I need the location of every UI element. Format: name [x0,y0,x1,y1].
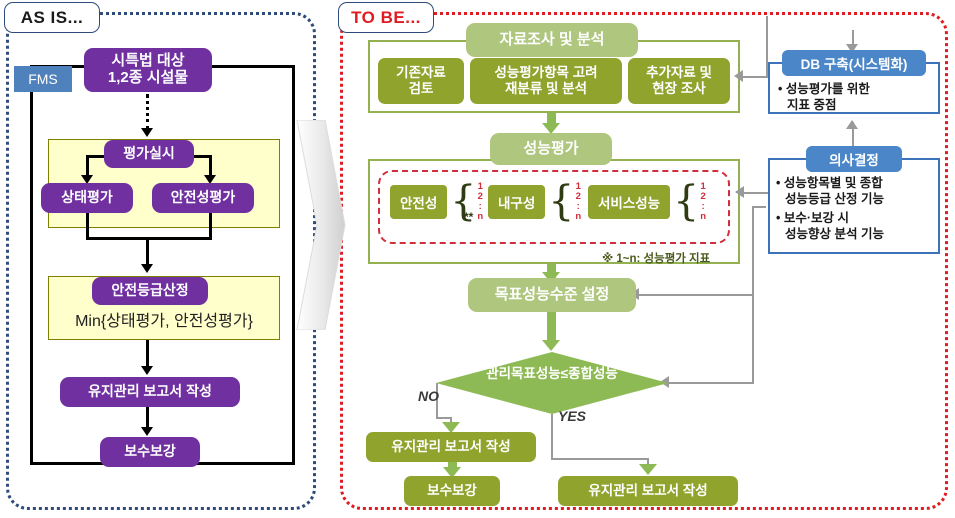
decision-bullet-1: 성능항목별 및 종합 성능등급 산정 기능 [776,176,938,207]
arrowhead-to-grade [141,264,153,273]
diagram-canvas: AS IS... FMS 시특법 대상 1,2종 시설물 평가실시 상태평가 안… [0,0,955,518]
decision-support-title: 의사결정 [806,146,902,172]
connector-state-down [86,213,89,240]
arrowhead-db-to-field [734,70,743,82]
node-reclassification-line2: 재분류 및 분석 [504,81,588,96]
decision-bullet-2-line2: 성능향상 분석 기능 [785,226,884,241]
to-be-tag: TO BE... [338,2,434,33]
performance-item-serviceability-label: 서비스성능 [588,185,671,220]
decision-bullet-1-line2: 성능등급 산정 기능 [785,191,884,206]
branch-label-yes: YES [558,408,587,424]
formula-min-text: Min{상태평가, 안전성평가} [75,313,253,330]
node-repair-reinforcement-tobe[interactable]: 보수보강 [404,476,500,506]
asterisk-marker: ** [464,210,474,224]
branch-label-no: NO [418,388,439,404]
index-n: n [477,211,484,223]
node-performance-evaluation[interactable]: 성능평가 [490,133,612,165]
connector-yes-vertical [551,414,553,460]
node-existing-data-review-line2: 검토 [408,81,434,96]
node-reclassification-analysis[interactable]: 성능평가항목 고려 재분류 및 분석 [470,58,622,104]
performance-item-safety-label: 안전성 [390,185,448,220]
connector-yes-horizontal [551,458,649,460]
decision-diamond-label: 관리목표성능≤종합성능 [486,366,618,381]
node-data-survey-analysis[interactable]: 자료조사 및 분석 [466,23,638,57]
node-facility-target[interactable]: 시특법 대상 1,2종 시설물 [84,48,212,92]
arrowhead-target-to-diamond [542,340,560,351]
node-additional-field-survey[interactable]: 추가자료 및 현장 조사 [628,58,730,104]
decision-bullet-1-line1: 성능항목별 및 종합 [783,176,883,190]
node-target-performance-level[interactable]: 목표성능수준 설정 [468,278,636,312]
transition-arrow-icon [296,120,346,330]
arrowhead-decision-to-perf [735,186,744,198]
index-n: n [575,211,582,223]
as-is-tag: AS IS... [4,2,100,33]
connector-feedback-to-target-h [638,294,754,296]
node-existing-data-review-line1: 기존자료 [396,65,446,81]
node-safety-grade-calc[interactable]: 안전등급산정 [92,277,208,305]
decision-diamond[interactable]: 관리목표성능≤종합성능 [436,352,668,414]
fms-badge: FMS [14,66,72,92]
node-reclassification-line1: 성능평가항목 고려 [494,65,598,81]
performance-item-serviceability[interactable]: 서비스성능 { 1 2 : n [588,181,707,223]
performance-item-durability[interactable]: 내구성 { 1 2 : n [488,181,582,223]
connector-diamond-feedback-v [752,296,754,384]
connector-dotted-target-to-eval [146,94,149,130]
node-facility-target-line2: 1,2종 시설물 [107,69,189,86]
decision-bullet-2: 보수·보강 시 성능향상 분석 기능 [776,211,938,242]
performance-item-serviceability-indices: 1 2 : n [700,181,707,223]
node-maintenance-report-yes[interactable]: 유지관리 보고서 작성 [558,476,738,506]
node-field-survey-line2: 현장 조사 [652,81,706,96]
connector-safety-down [209,213,212,240]
decision-bullet-2-line1: 보수·보강 시 [783,211,849,226]
arrowhead-to-report [141,366,153,375]
node-field-survey-line1: 추가자료 및 [646,65,712,81]
node-safety-evaluation[interactable]: 안전성평가 [152,183,254,213]
db-construction-body: 성능평가를 위한 지표 중점 [778,82,934,117]
connector-merge-evals [86,237,212,240]
connector-db-to-field [742,76,768,78]
connector-perf-to-decision-v [752,206,754,298]
db-construction-title: DB 구축(시스템화) [782,50,926,76]
index-n: n [700,211,707,223]
node-facility-target-line1: 시특법 대상 [111,52,185,70]
db-bullet-1-line1: 성능평가를 위한 [785,82,870,96]
arrowhead-yes-to-report [639,464,657,475]
performance-item-durability-label: 내구성 [488,185,546,220]
node-maintenance-report-no[interactable]: 유지관리 보고서 작성 [366,432,536,462]
decision-support-body: 성능항목별 및 종합 성능등급 산정 기능 보수·보강 시 성능향상 분석 기능 [776,176,938,247]
db-bullet-1-line2: 지표 중점 [787,97,837,112]
arrowhead-target-to-eval [141,128,153,137]
arrowhead-to-repair [141,427,153,436]
node-state-evaluation[interactable]: 상태평가 [41,183,133,213]
note-performance-indicator: ※ 1~n: 성능평가 지표 [602,253,711,265]
performance-item-safety-indices: 1 2 : n [477,181,484,223]
connector-merge-down [146,237,149,267]
connector-perf-to-decision-h [752,206,766,208]
performance-item-durability-indices: 1 2 : n [575,181,582,223]
node-maintenance-report[interactable]: 유지관리 보고서 작성 [60,377,240,407]
node-existing-data-review[interactable]: 기존자료 검토 [378,58,464,104]
connector-diamond-feedback-h [668,382,754,384]
node-evaluation-execution[interactable]: 평가실시 [104,140,194,168]
db-bullet-1: 성능평가를 위한 지표 중점 [778,82,934,113]
connector-decision-to-perf [744,192,770,194]
node-repair-reinforcement[interactable]: 보수보강 [100,437,200,467]
